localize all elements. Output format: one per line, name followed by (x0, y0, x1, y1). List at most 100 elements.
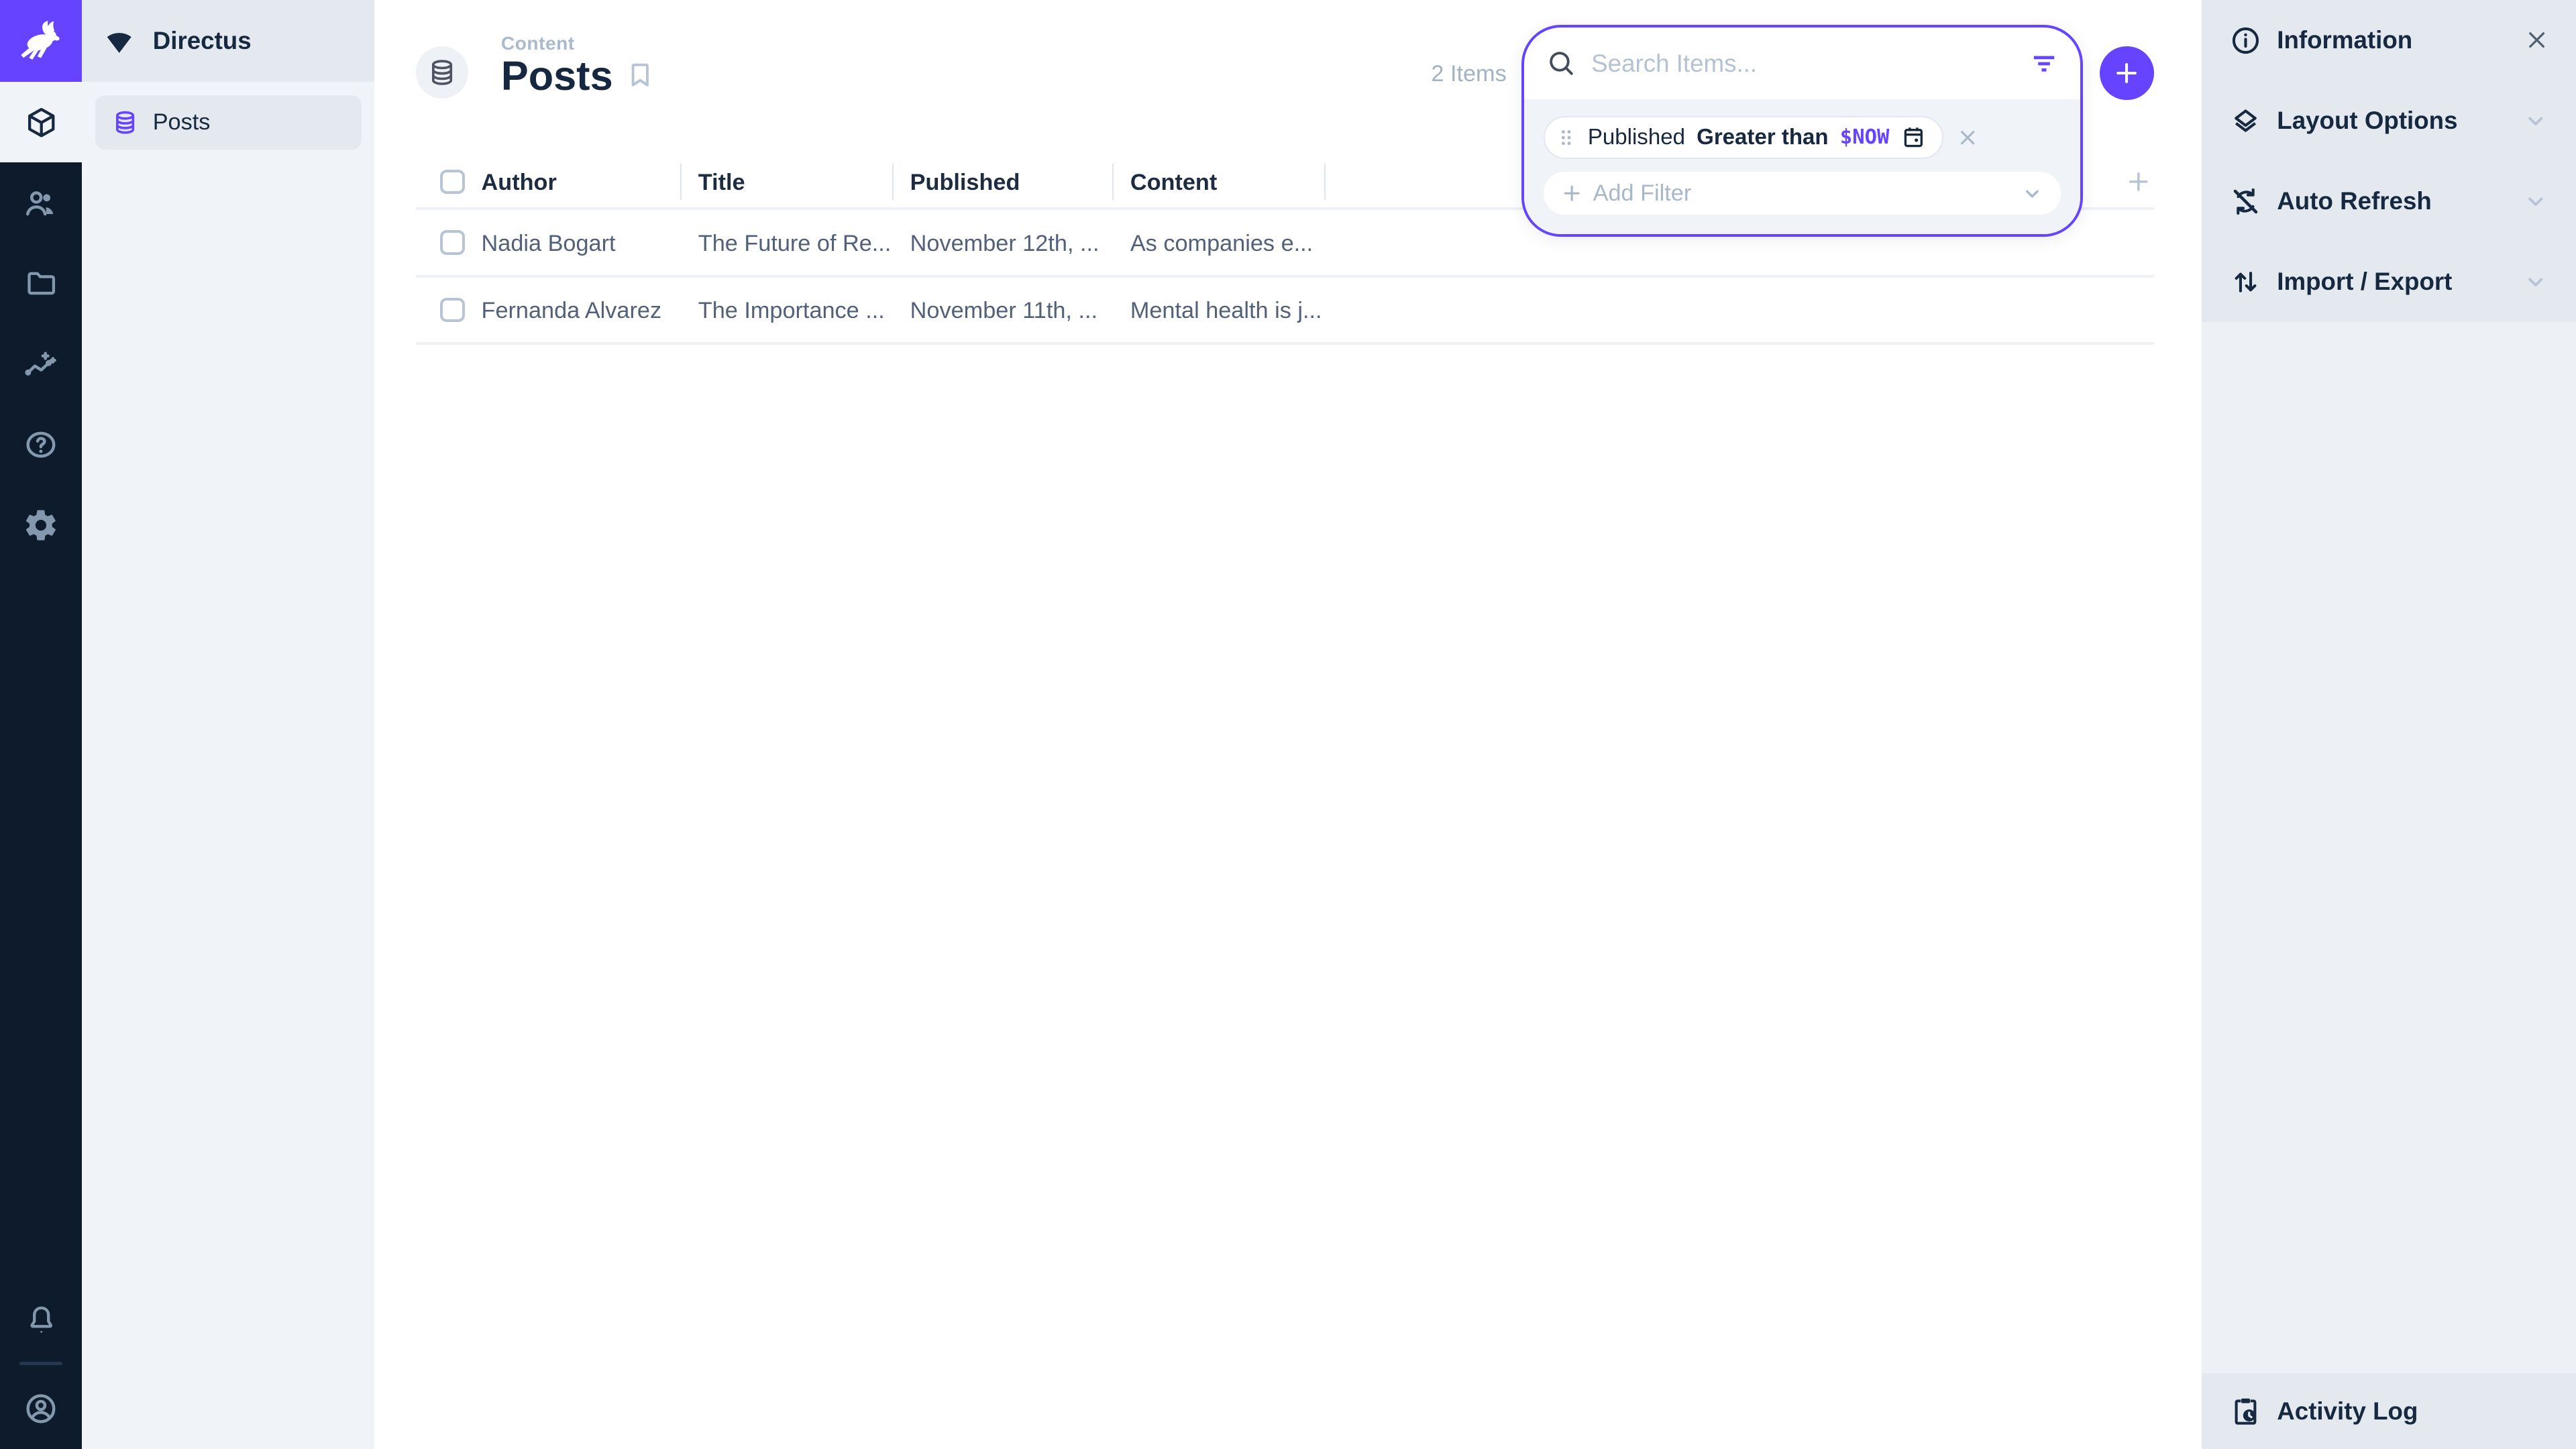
main-content: Content Posts 2 Items (374, 0, 2201, 1449)
folder-icon (24, 266, 58, 301)
insights-icon (23, 346, 59, 382)
sidebar-section-layout-options[interactable]: Layout Options (2202, 80, 2576, 161)
module-item-insights[interactable] (0, 323, 82, 404)
select-cell (416, 298, 482, 323)
activity-log-label: Activity Log (2277, 1397, 2418, 1426)
add-column-button[interactable] (2125, 168, 2154, 196)
help-circle-icon (23, 427, 59, 463)
select-all-checkbox[interactable] (440, 170, 465, 195)
calendar-icon[interactable] (1901, 125, 1926, 150)
row-checkbox[interactable] (440, 230, 465, 255)
cell-title: The Future of Re... (698, 231, 892, 256)
column-header-content[interactable]: Content (1112, 167, 1324, 197)
search-filter-popover: Published Greater than $NOW (1521, 25, 2084, 237)
column-header-published[interactable]: Published (892, 167, 1112, 197)
module-item-file-library[interactable] (0, 243, 82, 323)
items-count: 2 Items (1431, 61, 1506, 87)
section-label: Information (2277, 26, 2412, 54)
project-header[interactable]: Directus (82, 0, 374, 82)
cell-title: The Importance ... (698, 298, 885, 323)
plus-icon (2112, 58, 2141, 88)
people-icon (23, 185, 59, 221)
search-row (1524, 28, 2081, 100)
directus-logo[interactable] (0, 0, 82, 82)
collections-list: Posts (82, 82, 374, 162)
search-input[interactable] (1591, 50, 2015, 78)
column-header-label: Author (482, 170, 557, 195)
bookmark-icon[interactable] (625, 59, 656, 91)
chevron-down-icon[interactable] (2522, 268, 2550, 296)
add-filter-label: Add Filter (1593, 180, 1692, 207)
page-title: Posts (501, 52, 613, 99)
filter-area: Published Greater than $NOW (1524, 99, 2081, 234)
fan-icon (102, 24, 136, 58)
cell-published: November 12th, ... (910, 231, 1099, 256)
cell-author: Nadia Bogart (482, 231, 616, 256)
cell-content: As companies e... (1130, 231, 1313, 256)
column-header-author[interactable]: Author (482, 167, 680, 197)
add-filter-button[interactable]: Add Filter (1544, 172, 2061, 215)
bell-icon (24, 1303, 58, 1337)
info-icon (2229, 24, 2262, 57)
filter-chip[interactable]: Published Greater than $NOW (1544, 116, 1943, 159)
module-bar-divider (19, 1362, 62, 1365)
sidebar-item-label: Posts (153, 109, 211, 136)
chevron-down-icon[interactable] (2020, 181, 2045, 206)
section-label: Layout Options (2277, 107, 2457, 135)
close-icon[interactable] (2524, 27, 2550, 53)
directus-app: Directus Posts (0, 0, 2576, 1449)
select-all-cell (416, 170, 482, 195)
sync-disabled-icon (2229, 185, 2262, 218)
cell-content: Mental health is j... (1130, 298, 1322, 323)
right-sidebar: Information Layout Options (2202, 0, 2576, 1449)
row-checkbox[interactable] (440, 298, 465, 323)
sidebar-section-information[interactable]: Information (2202, 0, 2576, 80)
filter-operator[interactable]: Greater than (1697, 125, 1829, 150)
table-row[interactable]: Fernanda Alvarez The Importance ... Nove… (416, 278, 2154, 345)
right-sidebar-spacer (2202, 322, 2576, 1373)
breadcrumb[interactable]: Content (501, 33, 575, 54)
drag-handle-icon[interactable] (1556, 126, 1576, 149)
search-icon (1546, 48, 1577, 79)
box-icon (24, 105, 58, 140)
sidebar-section-auto-refresh[interactable]: Auto Refresh (2202, 161, 2576, 241)
cell-author: Fernanda Alvarez (482, 298, 662, 323)
cell-published: November 11th, ... (910, 298, 1097, 323)
filter-remove-icon[interactable] (1956, 126, 1979, 149)
activity-log-button[interactable]: Activity Log (2202, 1373, 2576, 1449)
column-header-label: Published (910, 170, 1020, 195)
chevron-down-icon[interactable] (2522, 107, 2550, 135)
filter-value[interactable]: $NOW (1840, 125, 1890, 149)
select-cell (416, 230, 482, 255)
filter-chip-row: Published Greater than $NOW (1544, 116, 2061, 159)
sidebar-section-import-export[interactable]: Import / Export (2202, 241, 2576, 322)
chevron-down-icon[interactable] (2522, 187, 2550, 215)
add-item-button[interactable] (2100, 46, 2154, 101)
module-bar (0, 0, 82, 1449)
column-header-label: Content (1130, 170, 1217, 195)
column-header-title[interactable]: Title (680, 167, 892, 197)
plus-icon (1560, 182, 1583, 205)
module-item-help[interactable] (0, 404, 82, 484)
clipboard-clock-icon (2229, 1395, 2262, 1428)
navigation-sidebar: Directus Posts (82, 0, 374, 1449)
module-item-notifications[interactable] (0, 1280, 82, 1360)
column-header-label: Title (698, 170, 745, 195)
plus-icon (2125, 168, 2153, 196)
layers-icon (2229, 105, 2262, 138)
collection-icon-button[interactable] (416, 46, 468, 99)
rabbit-icon (16, 16, 65, 65)
sidebar-item-posts[interactable]: Posts (95, 95, 362, 150)
module-item-account[interactable] (0, 1368, 82, 1449)
database-icon (427, 58, 457, 87)
section-label: Import / Export (2277, 268, 2452, 296)
gear-icon (23, 507, 59, 543)
database-icon (112, 109, 138, 136)
filter-icon[interactable] (2029, 49, 2059, 78)
module-item-settings[interactable] (0, 484, 82, 565)
module-item-user-directory[interactable] (0, 162, 82, 243)
filter-field[interactable]: Published (1588, 125, 1685, 150)
section-label: Auto Refresh (2277, 187, 2432, 215)
user-circle-icon (23, 1391, 59, 1427)
module-item-content[interactable] (0, 82, 82, 162)
